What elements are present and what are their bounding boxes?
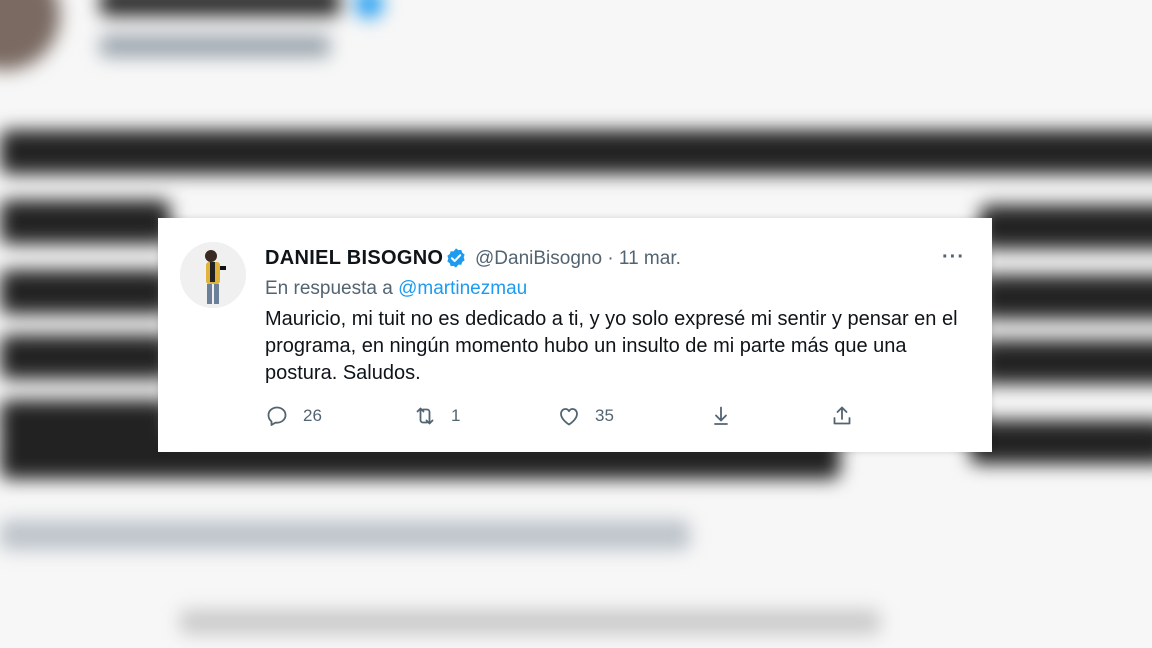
more-icon[interactable]: ··· [942,246,965,269]
like-icon [560,408,578,426]
retweet-icon [416,407,434,425]
verified-badge-icon [447,248,465,268]
share-icon [833,406,851,425]
reply-button[interactable]: 26 [265,404,322,428]
author-handle[interactable]: @DaniBisogno [475,248,602,269]
download-icon [714,406,728,425]
reply-icon [267,406,287,426]
action-bar: 26 1 35 [265,404,865,434]
reply-count: 26 [303,406,322,425]
handle-and-date: @DaniBisogno · 11 mar. [475,248,681,270]
like-count: 35 [595,406,614,425]
avatar[interactable] [180,242,246,308]
retweet-count: 1 [451,406,461,425]
share-button[interactable] [830,404,854,428]
reply-prefix: En respuesta a [265,278,393,299]
download-button[interactable] [709,404,733,428]
reply-context: En respuesta a @martinezmau [265,278,527,300]
like-button[interactable]: 35 [557,404,614,428]
tweet-card: DANIEL BISOGNO @DaniBisogno · 11 mar. ··… [158,218,992,452]
retweet-button[interactable]: 1 [413,404,460,428]
tweet-date[interactable]: 11 mar. [619,248,681,269]
separator: · [607,248,614,269]
reply-mention[interactable]: @martinezmau [398,278,527,299]
author-name[interactable]: DANIEL BISOGNO [265,247,443,270]
tweet-text: Mauricio, mi tuit no es dedicado a ti, y… [265,308,958,384]
